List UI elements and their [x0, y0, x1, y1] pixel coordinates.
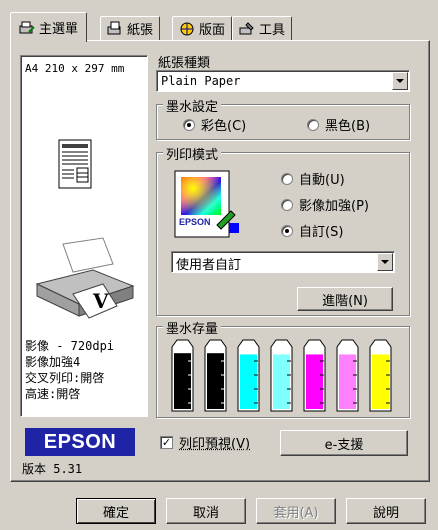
apply-button[interactable]: 套用(A)	[256, 498, 336, 524]
tab-tools[interactable]: 工具	[232, 16, 293, 40]
ink-settings-group: 墨水設定 彩色(C) 黑色(B)	[156, 96, 410, 140]
e-support-button[interactable]: e-支援	[280, 430, 408, 456]
ink-levels-group: 墨水存量	[156, 318, 410, 418]
ink-cartridge	[303, 339, 326, 412]
cancel-button[interactable]: 取消	[166, 498, 246, 524]
layout-icon	[179, 21, 195, 37]
ink-level-fill	[306, 354, 323, 409]
ink-level-fill	[240, 354, 257, 409]
help-button[interactable]: 說明	[346, 498, 426, 524]
tab-strip: 主選單 紙張 版面 工具	[10, 10, 430, 42]
custom-settings-select[interactable]: 使用者自訂	[171, 251, 395, 273]
print-mode-group: 列印模式 EPSON 自動(U) 影像加強(P) 自訂(S) 使用者自訂 進階(…	[156, 144, 410, 316]
automatic-radio[interactable]: 自動(U)	[281, 169, 345, 188]
color-radio[interactable]: 彩色(C)	[183, 115, 246, 134]
paper-size-text: A4 210 x 297 mm	[25, 62, 125, 75]
ink-level-fill	[174, 353, 191, 409]
version-text: 版本 5.31	[22, 462, 83, 476]
tab-paper[interactable]: 紙張	[100, 16, 161, 40]
ink-cartridge	[204, 339, 227, 412]
ink-cartridge	[369, 339, 392, 412]
tools-icon	[239, 21, 255, 37]
settings-summary: 影像 - 720dpi 影像加強4 交叉列印:開啓 高速:開啓	[25, 339, 115, 401]
ink-level-fill	[372, 354, 389, 409]
tab-layout[interactable]: 版面	[172, 16, 233, 40]
epson-color-icon	[174, 170, 239, 238]
photo-enhance-radio[interactable]: 影像加強(P)	[281, 195, 369, 214]
ink-cartridge	[336, 339, 359, 412]
ink-cartridge	[237, 339, 260, 412]
chevron-down-icon[interactable]	[392, 72, 408, 90]
print-preview-checkbox[interactable]: ✓ 列印預視(V)	[160, 433, 250, 452]
black-radio[interactable]: 黑色(B)	[307, 115, 370, 134]
media-type-label: 紙張種類	[158, 56, 211, 71]
advanced-button[interactable]: 進階(N)	[297, 287, 393, 311]
document-page-icon	[58, 139, 92, 189]
epson-brand-text: EPSON	[179, 217, 211, 227]
ink-level-fill	[273, 354, 290, 409]
printer-settings-icon	[19, 20, 35, 36]
ink-level-fill	[339, 354, 356, 409]
chevron-down-icon[interactable]	[377, 253, 393, 271]
ink-cartridge	[171, 339, 194, 412]
epson-logo: EPSON	[25, 428, 135, 456]
ok-button[interactable]: 確定	[76, 498, 156, 524]
svg-text:V: V	[92, 289, 109, 313]
media-type-select[interactable]: Plain Paper	[156, 70, 410, 92]
custom-radio[interactable]: 自訂(S)	[281, 221, 343, 240]
paper-icon	[107, 21, 123, 37]
tab-main[interactable]: 主選單	[10, 12, 88, 42]
printer-illustration: V	[35, 237, 135, 319]
checkmark-icon: ✓	[160, 436, 173, 449]
print-preview-panel: A4 210 x 297 mm V 影像 - 720dpi 影像加強4 交叉列印…	[20, 55, 148, 417]
ink-cartridge	[270, 339, 293, 412]
ink-level-fill	[207, 353, 224, 409]
